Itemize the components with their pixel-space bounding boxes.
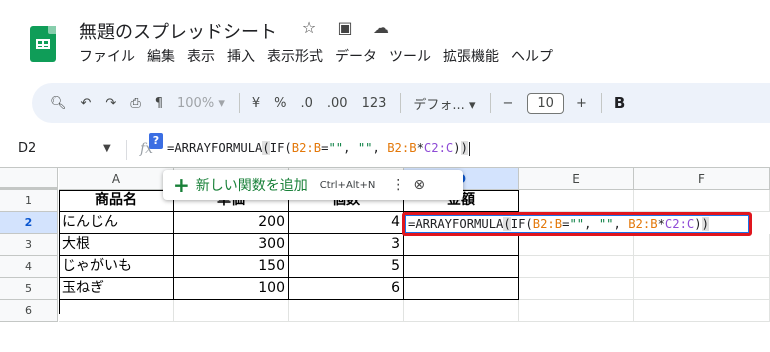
font-select[interactable]: デフォ... ▾: [413, 94, 475, 113]
menu-data[interactable]: データ: [335, 46, 377, 66]
cell-b4[interactable]: 150: [174, 256, 289, 278]
cell-e4[interactable]: [519, 256, 634, 278]
cell-e6[interactable]: [519, 300, 634, 322]
menu-tools[interactable]: ツール: [389, 46, 431, 66]
doc-title[interactable]: 無題のスプレッドシート: [79, 18, 277, 44]
sheets-logo-icon[interactable]: [30, 26, 56, 62]
currency-format-button[interactable]: ¥: [252, 96, 260, 111]
font-size-increase-button[interactable]: +: [576, 96, 587, 111]
number-format-button[interactable]: 123: [362, 96, 387, 111]
cell-c4[interactable]: 5: [289, 256, 404, 278]
cell-d4[interactable]: [404, 256, 519, 278]
formula-input[interactable]: =ARRAYFORMULA(IF(B2:B="", "", B2:B*C2:C)…: [167, 141, 470, 156]
name-box-dropdown-icon[interactable]: ▼: [103, 143, 111, 154]
cell-d6[interactable]: [404, 300, 519, 322]
cell-d2-editor[interactable]: =ARRAYFORMULA(IF(B2:B="", "", B2:B*C2:C)…: [405, 215, 749, 233]
row-header-3[interactable]: 3: [0, 234, 58, 256]
column-header-a[interactable]: A: [59, 168, 174, 190]
menu-insert[interactable]: 挿入: [227, 46, 255, 66]
formula-help-badge[interactable]: ?: [149, 133, 163, 149]
add-function-popup: + 新しい関数を追加 Ctrl+Alt+N ⋮ ⊗: [163, 170, 463, 200]
select-all-corner[interactable]: [0, 168, 58, 190]
plus-icon[interactable]: +: [173, 175, 190, 195]
row-header-6[interactable]: 6: [0, 300, 58, 322]
cell-f5[interactable]: [634, 278, 770, 300]
cell-b5[interactable]: 100: [174, 278, 289, 300]
cell-a2[interactable]: にんじん: [59, 212, 174, 234]
column-header-f[interactable]: F: [634, 168, 770, 190]
menu-view[interactable]: 表示: [187, 46, 215, 66]
cell-c2[interactable]: 4: [289, 212, 404, 234]
row-header-2[interactable]: 2: [0, 212, 58, 234]
cell-a5[interactable]: 玉ねぎ: [59, 278, 174, 300]
folder-move-icon[interactable]: ▣: [336, 18, 354, 37]
cell-b2[interactable]: 200: [174, 212, 289, 234]
cell-f6[interactable]: [634, 300, 770, 322]
search-menus-icon[interactable]: 🔍︎: [50, 96, 67, 111]
cell-f1[interactable]: [634, 190, 770, 212]
more-options-icon[interactable]: ⋮: [391, 177, 405, 193]
close-icon[interactable]: ⊗: [413, 177, 425, 193]
cell-e3[interactable]: [519, 234, 634, 256]
cell-f3[interactable]: [634, 234, 770, 256]
menu-edit[interactable]: 編集: [147, 46, 175, 66]
cell-a4[interactable]: じゃがいも: [59, 256, 174, 278]
cell-b6[interactable]: [174, 300, 289, 322]
zoom-select[interactable]: 100% ▾: [177, 96, 225, 111]
toolbar: 🔍︎ ↶ ↷ ⎙ ¶ 100% ▾ ¥ % .0 .00 123 デフォ... …: [32, 83, 770, 123]
menu-extensions[interactable]: 拡張機能: [443, 46, 499, 66]
paint-format-icon[interactable]: ¶: [155, 96, 163, 111]
undo-icon[interactable]: ↶: [81, 96, 92, 111]
menu-bar: ファイル 編集 表示 挿入 表示形式 データ ツール 拡張機能 ヘルプ: [79, 46, 553, 66]
cell-d3[interactable]: [404, 234, 519, 256]
cell-c5[interactable]: 6: [289, 278, 404, 300]
cell-c6[interactable]: [289, 300, 404, 322]
menu-format[interactable]: 表示形式: [267, 46, 323, 66]
cell-d5[interactable]: [404, 278, 519, 300]
cell-e1[interactable]: [519, 190, 634, 212]
cell-f4[interactable]: [634, 256, 770, 278]
menu-help[interactable]: ヘルプ: [511, 46, 553, 66]
cell-b3[interactable]: 300: [174, 234, 289, 256]
font-size-decrease-button[interactable]: −: [503, 96, 514, 111]
bold-button[interactable]: B: [614, 94, 625, 112]
row-header-4[interactable]: 4: [0, 256, 58, 278]
menu-file[interactable]: ファイル: [79, 46, 135, 66]
cloud-status-icon[interactable]: ☁: [372, 18, 390, 37]
add-function-button[interactable]: 新しい関数を追加: [196, 175, 308, 195]
column-header-e[interactable]: E: [519, 168, 634, 190]
increase-decimal-button[interactable]: .00: [327, 96, 348, 111]
percent-format-button[interactable]: %: [274, 96, 286, 111]
shortcut-hint: Ctrl+Alt+N: [319, 179, 376, 191]
cell-c3[interactable]: 3: [289, 234, 404, 256]
star-icon[interactable]: ☆: [300, 18, 318, 37]
row-header-1[interactable]: 1: [0, 190, 58, 212]
cell-a6[interactable]: [59, 300, 174, 322]
row-header-5[interactable]: 5: [0, 278, 58, 300]
cell-e5[interactable]: [519, 278, 634, 300]
print-icon[interactable]: ⎙: [130, 96, 140, 111]
cell-a3[interactable]: 大根: [59, 234, 174, 256]
redo-icon[interactable]: ↷: [105, 96, 116, 111]
name-box[interactable]: D2: [18, 141, 36, 156]
cell-a1[interactable]: 商品名: [59, 190, 174, 212]
font-size-input[interactable]: 10: [527, 92, 564, 114]
decrease-decimal-button[interactable]: .0: [301, 96, 313, 111]
